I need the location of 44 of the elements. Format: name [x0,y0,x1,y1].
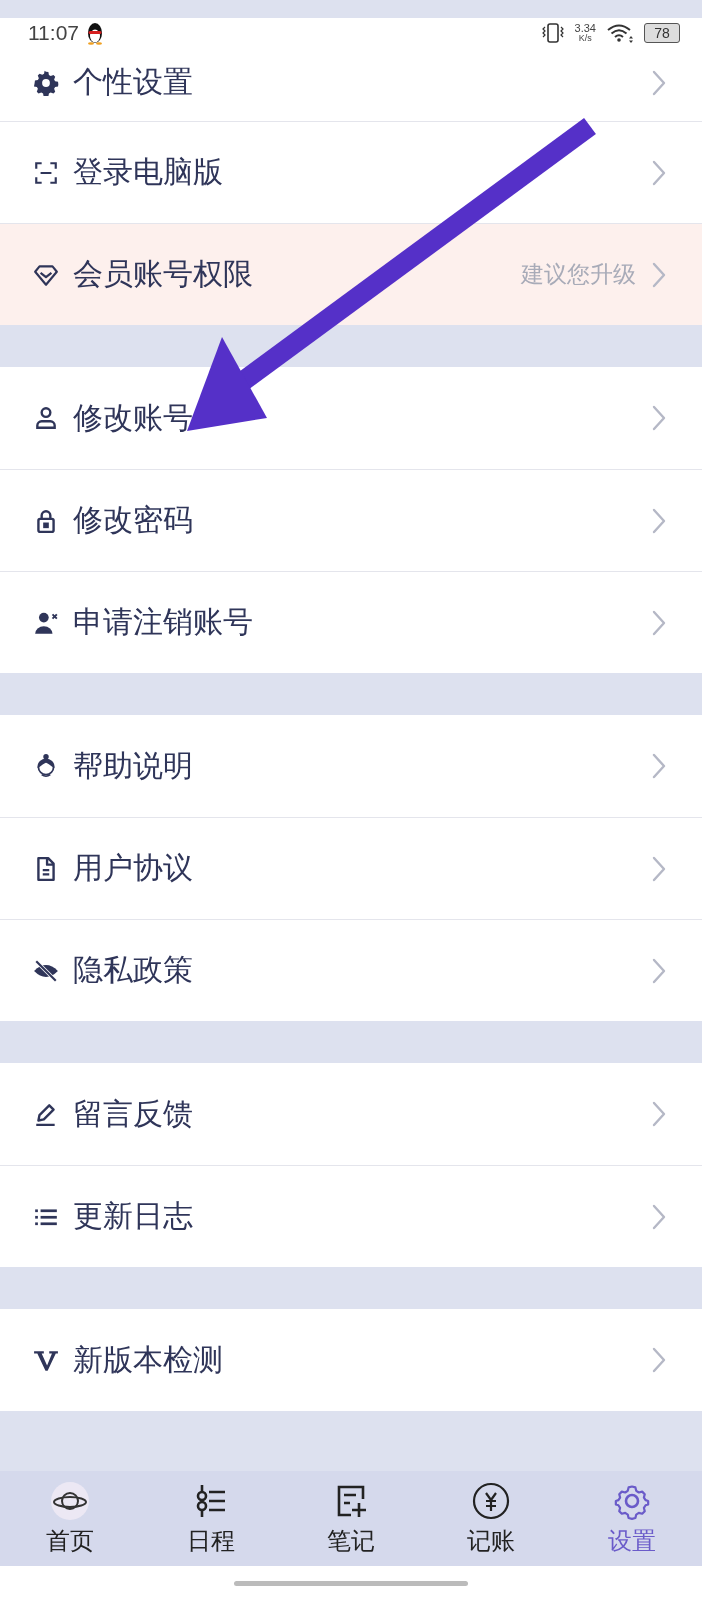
scan-frame-icon [33,159,59,186]
item-hint: 建议您升级 [521,260,636,289]
item-label: 登录电脑版 [73,154,223,190]
battery-level: 78 [654,25,670,41]
tab-item[interactable]: 笔记 [280,1471,422,1566]
tab-item[interactable]: 记账 [421,1471,562,1566]
item-label: 修改密码 [73,502,193,538]
item-label: 更新日志 [73,1198,193,1234]
item-label: 申请注销账号 [73,604,253,640]
chevron-right-icon [652,957,666,984]
planet-icon [50,1480,91,1521]
item-label: 会员账号权限 [73,256,253,292]
app-notification-icon [85,21,105,45]
item-label: 用户协议 [73,850,193,886]
chevron-right-icon [652,1101,666,1127]
chevron-right-icon [652,1347,666,1373]
gear-icon [33,69,59,96]
tab-item[interactable]: 首页 [0,1471,141,1566]
network-speed: 3.34 [574,23,596,34]
chevron-right-icon [652,69,666,96]
chevron-right-icon [652,1203,666,1230]
item-label: 隐私政策 [73,952,193,988]
item-label: 个性设置 [73,64,193,100]
chevron-right-icon [652,405,666,431]
item-label: 修改账号 [73,399,193,436]
clock-time: 11:07 [28,21,79,45]
tab-item[interactable]: 日程 [140,1471,281,1566]
chevron-right-icon [652,159,666,186]
speed-unit: K/s [578,34,592,43]
eye-slash-icon [33,957,59,984]
settings-item[interactable]: 会员账号权限 建议您升级 [0,223,702,325]
tab-item[interactable]: 设置 [561,1471,702,1566]
chevron-right-icon [652,855,666,882]
vibrate-icon [540,22,565,44]
chevron-right-icon [652,507,666,534]
chevron-right-icon [652,609,666,636]
wifi-icon [606,23,634,43]
chevron-right-icon [652,753,666,779]
person-icon [33,405,59,431]
yen-icon [471,1480,512,1521]
item-label: 新版本检测 [73,1341,223,1378]
item-label: 留言反馈 [73,1095,193,1132]
chevron-right-icon [652,261,666,288]
item-label: 帮助说明 [73,747,193,784]
